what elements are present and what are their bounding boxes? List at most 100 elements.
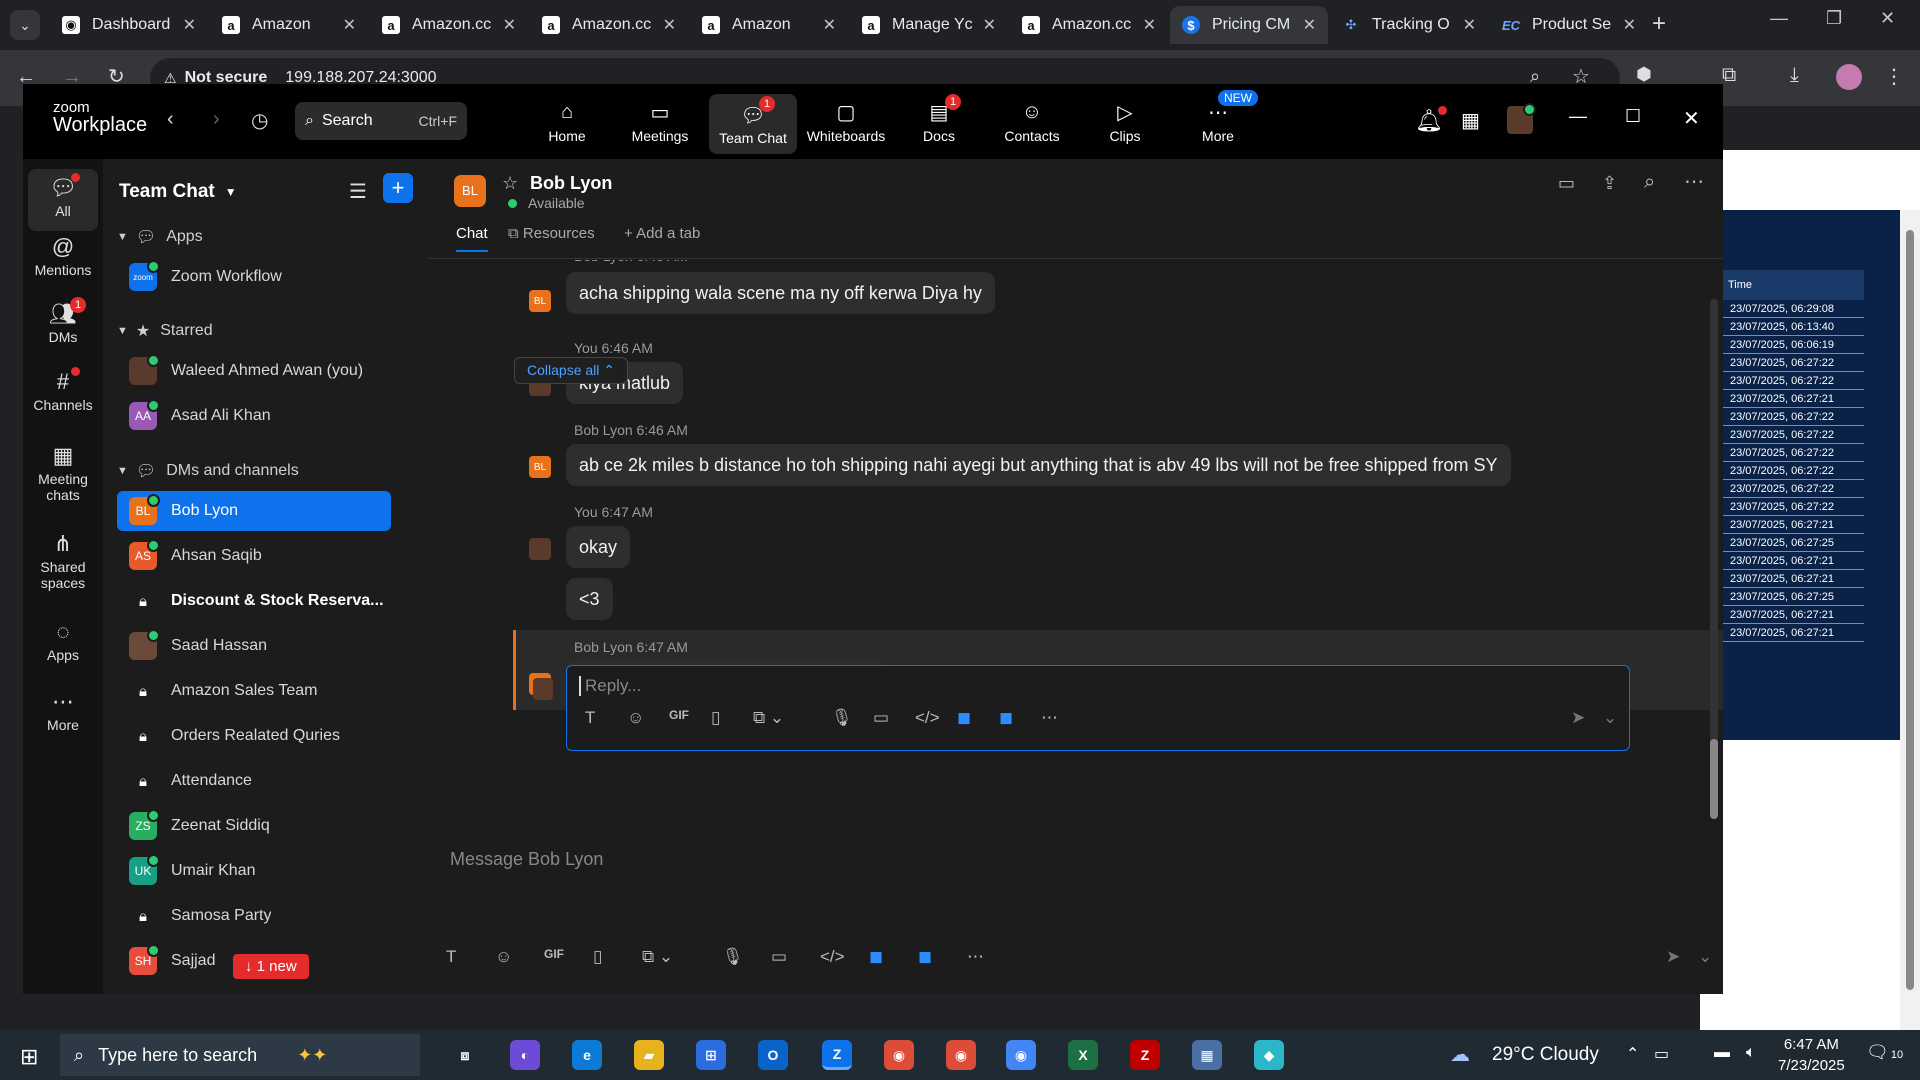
send-options-chevron-icon[interactable]: ⌄ xyxy=(1698,947,1712,967)
rail-channels[interactable]: # Channels xyxy=(28,367,98,413)
video-call-icon[interactable]: ▭ xyxy=(1558,173,1575,194)
zoom-maximize-icon[interactable]: ☐ xyxy=(1625,106,1641,127)
nav-back-icon[interactable]: ‹ xyxy=(167,108,174,131)
filter-icon[interactable]: ☰ xyxy=(349,179,367,204)
reply-input[interactable]: Reply... xyxy=(579,676,641,696)
taskbar-search[interactable]: ⌕ Type here to search ✦✦ xyxy=(60,1034,420,1076)
send-icon[interactable]: ➤ xyxy=(1571,708,1585,728)
filezilla-icon[interactable]: Z xyxy=(1130,1040,1160,1070)
task-view-icon[interactable]: ⧈ xyxy=(450,1040,480,1070)
nav-meetings[interactable]: ▭ Meetings xyxy=(616,84,704,159)
sidebar-item[interactable]: 🔒︎ Attendance xyxy=(117,761,391,801)
page-scrollbar[interactable] xyxy=(1900,210,1920,1030)
rail-shared-spaces[interactable]: ⋔ Shared spaces xyxy=(28,531,98,591)
sidebar-item[interactable]: Saad Hassan xyxy=(117,626,391,666)
tab-chat[interactable]: Chat xyxy=(456,225,488,252)
section-apps[interactable]: ▼ 💬︎ Apps xyxy=(117,227,203,247)
app-icon-1[interactable]: ◼ xyxy=(957,708,971,728)
close-window-icon[interactable]: ✕ xyxy=(1880,8,1895,29)
nav-home[interactable]: ⌂ Home xyxy=(523,84,611,159)
battery-icon[interactable]: ▬ xyxy=(1714,1044,1730,1062)
extensions-puzzle-icon[interactable]: ⧉ xyxy=(1722,64,1736,87)
reply-box[interactable]: Reply... T ☺ GIF ▯ ⧉ ⌄ 🎙︎ ▭ </> ◼ ◼ ⋯ ➤ ⌄ xyxy=(566,665,1630,751)
download-icon[interactable]: ⤓ xyxy=(1790,64,1799,87)
calculator-icon[interactable]: ▦ xyxy=(1192,1040,1222,1070)
contact-avatar[interactable]: BL xyxy=(454,175,486,207)
notification-center-icon[interactable]: 🗨︎ 10 xyxy=(1866,1042,1903,1063)
emoji-icon[interactable]: ☺ xyxy=(495,947,512,967)
message-bubble[interactable]: acha shipping wala scene ma ny off kerwa… xyxy=(566,272,995,314)
message-bubble[interactable]: ab ce 2k miles b distance ho toh shippin… xyxy=(566,444,1511,486)
browser-menu-icon[interactable]: ⋮ xyxy=(1884,64,1904,89)
file-icon[interactable]: ▯ xyxy=(593,947,602,967)
rail-all[interactable]: 💬︎ All xyxy=(28,169,98,231)
nav-team-chat[interactable]: 💬︎ 1 Team Chat xyxy=(709,94,797,154)
zoom-minimize-icon[interactable]: — xyxy=(1569,106,1587,127)
browser-tab[interactable]: a Amazon.cc ✕ xyxy=(1010,6,1168,44)
message-bubble[interactable]: <3 xyxy=(566,578,613,620)
outlook-icon[interactable]: O xyxy=(758,1040,788,1070)
nav-more[interactable]: ⋯ NEW More xyxy=(1174,84,1262,159)
sidebar-item[interactable]: 🔒︎ Orders Realated Quries xyxy=(117,716,391,756)
network-icon[interactable]: ▭ xyxy=(1654,1044,1669,1064)
calendar-icon[interactable]: ▦ xyxy=(1461,108,1480,133)
section-starred[interactable]: ▼ ★ Starred xyxy=(117,321,213,341)
sidebar-item[interactable]: AA Asad Ali Khan xyxy=(117,396,391,436)
minimize-icon[interactable]: — xyxy=(1770,8,1788,29)
rail-mentions[interactable]: @ Mentions xyxy=(28,234,98,278)
clock[interactable]: 6:47 AM 7/23/2025 xyxy=(1778,1034,1845,1076)
edge-icon[interactable]: e xyxy=(572,1040,602,1070)
section-dms[interactable]: ▼ 💬︎ DMs and channels xyxy=(117,461,299,481)
chrome-icon[interactable]: ◉ xyxy=(1006,1040,1036,1070)
send-icon[interactable]: ➤ xyxy=(1666,947,1680,967)
share-screen-icon[interactable]: ⇪ xyxy=(1602,173,1617,194)
history-icon[interactable]: ◷ xyxy=(251,108,268,133)
sidebar-item[interactable]: Waleed Ahmed Awan (you) xyxy=(117,351,391,391)
message-input[interactable]: Message Bob Lyon xyxy=(450,849,603,870)
contact-name[interactable]: Bob Lyon xyxy=(530,173,612,194)
browser-tab[interactable]: $ Pricing CM ✕ xyxy=(1170,6,1328,44)
screenshot-icon[interactable]: ⧉ ⌄ xyxy=(753,708,784,728)
app-icon-2[interactable]: ◼ xyxy=(999,708,1013,728)
compose-button[interactable]: + xyxy=(383,173,413,203)
store-icon[interactable]: ⊞ xyxy=(696,1040,726,1070)
excel-icon[interactable]: X xyxy=(1068,1040,1098,1070)
nav-contacts[interactable]: ☺ Contacts xyxy=(988,84,1076,159)
video-message-icon[interactable]: ▭ xyxy=(873,708,889,728)
tray-chevron-icon[interactable]: ⌃ xyxy=(1626,1044,1639,1064)
collapse-all-button[interactable]: Collapse all ⌃ xyxy=(514,357,628,384)
search-bar[interactable]: ⌕ Search Ctrl+F xyxy=(295,102,467,140)
sidebar-item[interactable]: BL Bob Lyon xyxy=(117,491,391,531)
emoji-icon[interactable]: ☺ xyxy=(627,708,644,728)
sidebar-item[interactable]: 🔒︎ Samosa Party xyxy=(117,896,391,936)
nav-forward-icon[interactable]: › xyxy=(213,108,220,131)
chat-scrollbar[interactable] xyxy=(1710,299,1718,819)
sidebar-item[interactable]: zoom Zoom Workflow xyxy=(117,257,391,297)
weather-text[interactable]: 29°C Cloudy xyxy=(1492,1044,1599,1066)
app-icon-2[interactable]: ◼ xyxy=(918,947,932,967)
windows-start-icon[interactable]: ⊞ xyxy=(20,1044,38,1070)
more-tools-icon[interactable]: ⋯ xyxy=(967,947,984,967)
tab-close-icon[interactable]: ✕ xyxy=(343,15,356,35)
video-message-icon[interactable]: ▭ xyxy=(771,947,787,967)
code-icon[interactable]: </> xyxy=(820,947,845,967)
rail-dms[interactable]: 👥︎ 1 DMs xyxy=(28,297,98,345)
browser-tab[interactable]: a Amazon.cc ✕ xyxy=(370,6,528,44)
sidebar-item[interactable]: SH Sajjad xyxy=(117,941,391,981)
tab-add[interactable]: + Add a tab xyxy=(624,225,700,242)
app-icon-1[interactable]: ◼ xyxy=(869,947,883,967)
tab-close-icon[interactable]: ✕ xyxy=(1623,15,1636,35)
file-icon[interactable]: ▯ xyxy=(711,708,720,728)
tab-close-icon[interactable]: ✕ xyxy=(1463,15,1476,35)
tab-resources[interactable]: ⧉ Resources xyxy=(508,225,595,242)
chat-more-icon[interactable]: ⋯ xyxy=(1684,169,1704,194)
format-text-icon[interactable]: T xyxy=(446,947,456,967)
chrome-icon[interactable]: ◉ xyxy=(884,1040,914,1070)
volume-icon[interactable]: 🔈︎ xyxy=(1746,1044,1756,1062)
restore-icon[interactable]: ❐ xyxy=(1826,8,1842,29)
profile-avatar[interactable] xyxy=(1836,64,1862,90)
more-tools-icon[interactable]: ⋯ xyxy=(1041,708,1058,728)
copilot-icon[interactable]: ◐ xyxy=(510,1040,540,1070)
message-bubble[interactable]: okay xyxy=(566,526,631,568)
browser-tab[interactable]: a Amazon ✕ xyxy=(690,6,848,44)
